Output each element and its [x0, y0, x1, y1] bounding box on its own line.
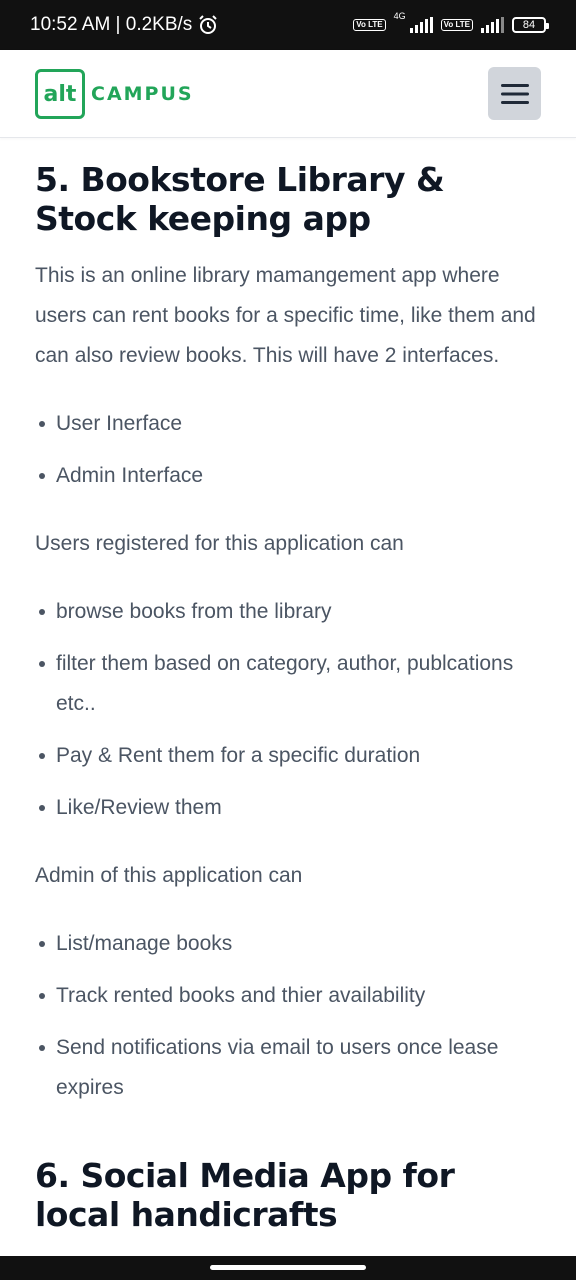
gesture-nav-bar: [0, 1256, 576, 1280]
admin-intro: Admin of this application can: [35, 864, 303, 887]
section-intro: This is an online library mamangement ap…: [35, 264, 536, 367]
home-handle[interactable]: [210, 1265, 366, 1270]
article-content: 5. Bookstore Library & Stock keeping app…: [35, 138, 541, 1234]
battery-icon: 84: [512, 17, 549, 33]
signal-icon-2: [481, 17, 504, 33]
signal-icon-1: [409, 17, 433, 33]
status-bar: 10:52 AM | 0.2KB/s Vo LTE 4G Vo LTE 84: [0, 0, 576, 50]
list-item: Track rented books and thier availabilit…: [35, 976, 541, 1016]
status-left: 10:52 AM | 0.2KB/s: [30, 14, 218, 36]
network-type: 4G: [393, 11, 406, 21]
list-item: User Inerface: [35, 404, 541, 444]
section-heading-6: 6. Social Media App for local handicraft…: [35, 1156, 455, 1234]
list-item: Admin Interface: [35, 456, 541, 496]
admin-features-list: List/manage books Track rented books and…: [35, 924, 541, 1108]
list-item: List/manage books: [35, 924, 541, 964]
menu-button[interactable]: [488, 67, 541, 120]
users-intro: Users registered for this application ca…: [35, 532, 404, 555]
section-heading-5: 5. Bookstore Library & Stock keeping app: [35, 160, 445, 238]
list-item: Send notifications via email to users on…: [35, 1028, 541, 1108]
list-item: filter them based on category, author, p…: [35, 644, 541, 724]
logo-text: CAMPUS: [91, 83, 194, 105]
user-features-list: browse books from the library filter the…: [35, 592, 541, 828]
site-header: alt CAMPUS: [0, 50, 576, 138]
list-item: browse books from the library: [35, 592, 541, 632]
status-right: Vo LTE 4G Vo LTE 84: [353, 11, 549, 33]
volte-badge-2: Vo LTE: [440, 19, 473, 31]
battery-level: 84: [522, 19, 536, 31]
interfaces-list: User Inerface Admin Interface: [35, 404, 541, 496]
logo-mark: alt: [35, 69, 85, 119]
altcampus-logo[interactable]: alt CAMPUS: [35, 69, 194, 119]
list-item: Like/Review them: [35, 788, 541, 828]
time-speed: 10:52 AM | 0.2KB/s: [30, 14, 193, 35]
hamburger-icon: [500, 83, 529, 104]
alarm-icon: [199, 15, 218, 34]
list-item: Pay & Rent them for a specific duration: [35, 736, 541, 776]
volte-badge-1: Vo LTE: [353, 19, 386, 31]
